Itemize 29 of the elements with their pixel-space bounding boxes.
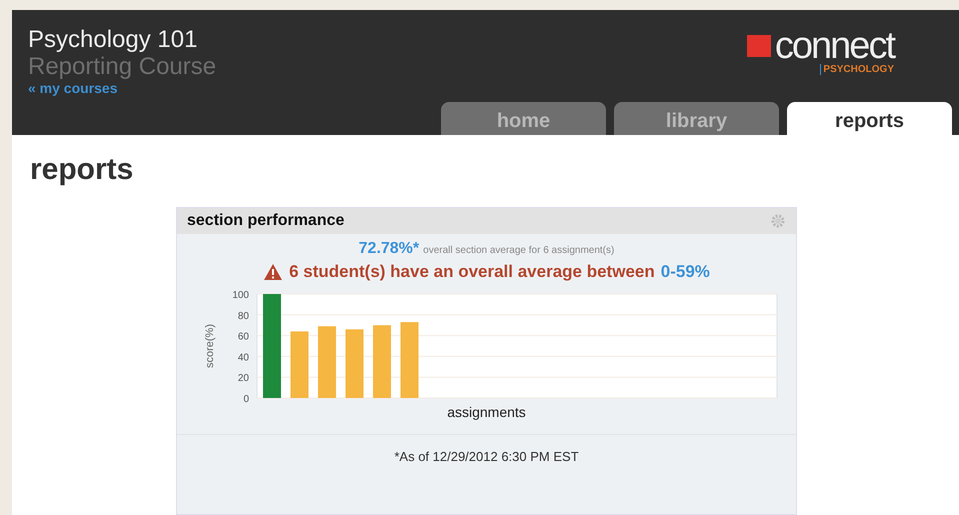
nav-tab[interactable]: library (614, 102, 779, 135)
bar (318, 326, 336, 398)
y-tick-label: 0 (242, 394, 248, 404)
my-courses-link[interactable]: « my courses (28, 80, 408, 96)
y-tick-label: 60 (237, 332, 248, 343)
y-tick-label: 20 (237, 373, 248, 384)
bar (290, 331, 308, 398)
alert-range: 0-59% (660, 262, 710, 282)
average-value: 72.78%* (358, 240, 420, 258)
logo-wordmark: connect (774, 28, 894, 64)
logo-square-icon (746, 35, 771, 57)
course-title: Psychology 101 (28, 26, 198, 54)
page-title: reports (30, 153, 134, 187)
average-label: overall section average for 6 assignment(s) (423, 245, 614, 256)
y-tick-label: 40 (237, 352, 248, 364)
logo-subject: PSYCHOLOGY (820, 64, 894, 75)
footnote: *As of 12/29/2012 6:30 PM EST (394, 449, 579, 464)
y-tick-label: 80 (237, 310, 248, 322)
nav-tab[interactable]: home (441, 102, 606, 135)
course-subtitle: Reporting Course (28, 54, 218, 80)
settings-icon[interactable] (770, 213, 786, 229)
y-axis-label: score(%) (204, 324, 216, 368)
warning-icon (263, 263, 284, 281)
bar (345, 329, 363, 398)
x-axis-label: assignments (447, 404, 526, 420)
y-tick-label: 100 (232, 290, 248, 301)
alert-text: 6 student(s) have an overall average between (289, 262, 655, 282)
nav-tab[interactable]: reports (787, 102, 952, 135)
panel-title: section performance (187, 212, 344, 230)
